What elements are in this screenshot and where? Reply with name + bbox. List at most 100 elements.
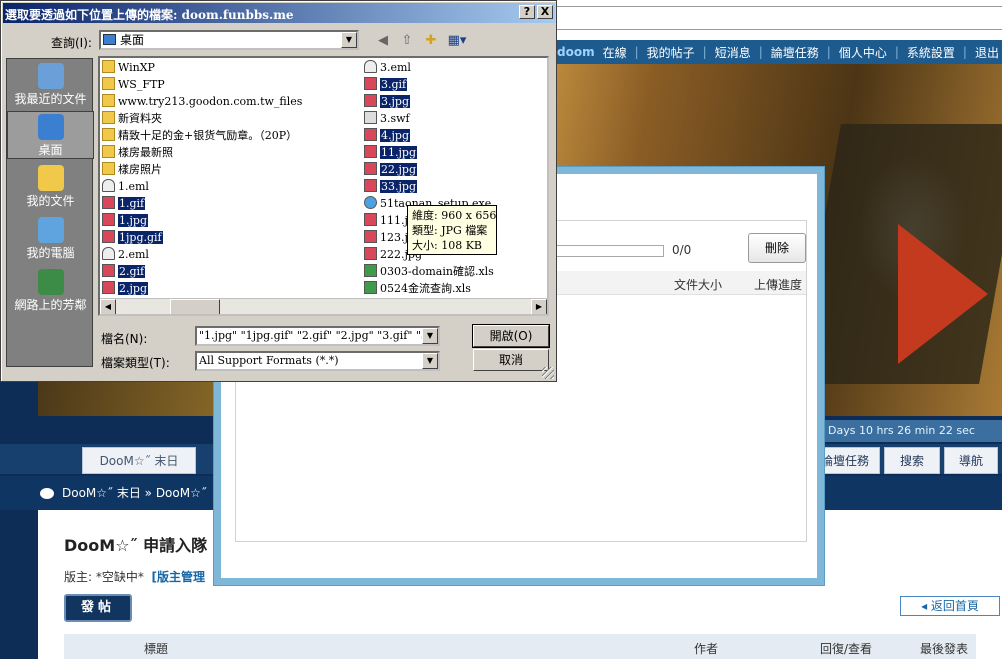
file-item[interactable]: WinXP (102, 59, 155, 76)
file-img-icon (364, 94, 377, 107)
resize-grip[interactable] (542, 367, 554, 379)
file-item[interactable]: 樣房最新照 (102, 144, 173, 161)
file-item[interactable]: 4.jpg (364, 127, 410, 144)
file-item[interactable]: 1.jpg (102, 212, 148, 229)
file-item[interactable]: 樣房照片 (102, 161, 162, 178)
file-img-icon (364, 213, 377, 226)
recent-documents-icon (37, 63, 64, 89)
nav-item-profile[interactable]: 個人中心 (835, 44, 891, 61)
network-globe-icon (37, 269, 64, 295)
folder-icon (102, 162, 115, 175)
nav-username[interactable]: doom (555, 45, 599, 59)
file-name: 11.jpg (380, 146, 417, 159)
place-desktop[interactable]: 桌面 (7, 111, 94, 159)
file-img-icon (364, 179, 377, 192)
file-eml-icon (102, 179, 115, 192)
file-item[interactable]: www.try213.goodon.com.tw_files (102, 93, 302, 110)
file-item[interactable]: 3.eml (364, 59, 411, 76)
file-item[interactable]: 精致十足的金+银货气励章。（20P） (102, 127, 297, 144)
place-my-documents[interactable]: 我的文件 (7, 163, 94, 211)
file-img-icon (102, 213, 115, 226)
breadcrumb-text[interactable]: DooM☆˝ 末日 » DooM☆˝ (62, 486, 207, 500)
file-name: 3.swf (380, 112, 410, 125)
place-my-computer[interactable]: 我的電腦 (7, 215, 94, 263)
tab-navigation[interactable]: 導航 (944, 447, 998, 474)
file-item[interactable]: 3.swf (364, 110, 410, 127)
file-item[interactable]: 1.gif (102, 195, 146, 212)
tab-search[interactable]: 搜索 (884, 447, 940, 474)
up-folder-icon[interactable]: ⇧ (397, 31, 417, 51)
red-arrow-graphic (898, 224, 988, 364)
file-item[interactable]: 新資料夾 (102, 110, 162, 127)
file-item[interactable]: 3.jpg (364, 93, 410, 110)
file-eml-icon (364, 60, 377, 73)
folder-icon (102, 77, 115, 90)
thread-table-header: 標題 作者 回復/查看 最後發表 (64, 634, 976, 659)
folder-icon (102, 128, 115, 141)
place-network[interactable]: 網路上的芳鄰 (7, 267, 94, 315)
open-button[interactable]: 開啟(O) (472, 324, 550, 348)
file-item[interactable]: 2.jpg (102, 280, 148, 297)
new-folder-icon[interactable]: ✚ (421, 31, 441, 51)
file-name: 1jpg.gif (118, 231, 163, 244)
cancel-button[interactable]: 取消 (473, 349, 549, 371)
view-menu-icon[interactable]: ▦▾ (445, 31, 469, 51)
tooltip-type: 類型: JPG 檔案 (412, 224, 488, 237)
file-item[interactable]: 1jpg.gif (102, 229, 163, 246)
filetype-select[interactable]: All Support Formats (*.*) ▼ (195, 351, 440, 371)
file-item[interactable]: 0524金流查詢.xls (364, 280, 471, 297)
scroll-right-icon[interactable]: ▶ (531, 299, 547, 314)
scroll-left-icon[interactable]: ◀ (100, 299, 116, 314)
lookin-select[interactable]: 桌面 ▼ (99, 30, 359, 50)
file-open-dialog: 選取要透過如下位置上傳的檔案: doom.funbbs.me ? X 查詢(I)… (0, 0, 557, 382)
moderator-line: 版主: *空缺中* [版主管理 (64, 568, 205, 585)
delete-button[interactable]: 刪除 (748, 233, 806, 263)
file-item[interactable]: 22.jpg (364, 161, 417, 178)
file-item[interactable]: 33.jpg (364, 178, 417, 195)
chevron-down-icon[interactable]: ▼ (422, 328, 438, 344)
col-author: 作者 (694, 642, 719, 656)
folder-icon (102, 94, 115, 107)
moderator-manage-link[interactable]: [版主管理 (152, 570, 206, 584)
places-bar: 我最近的文件 桌面 我的文件 我的電腦 網路上的芳鄰 (6, 58, 94, 367)
file-item[interactable]: 3.gif (364, 76, 408, 93)
address-bar[interactable] (555, 6, 1002, 30)
scroll-thumb[interactable] (170, 299, 220, 314)
nav-item-settings[interactable]: 系統設置 (903, 44, 959, 61)
file-item[interactable]: 2.eml (102, 246, 149, 263)
back-home-link[interactable]: ◂ 返回首頁 (900, 596, 1000, 616)
file-item[interactable]: 1.eml (102, 178, 149, 195)
file-list[interactable]: WinXP WS_FTP www.try213.goodon.com.tw_file… (98, 56, 549, 316)
file-img-icon (364, 77, 377, 90)
chevron-down-icon[interactable]: ▼ (341, 32, 357, 48)
file-item[interactable]: 2.gif (102, 263, 146, 280)
chevron-down-icon[interactable]: ▼ (422, 353, 438, 369)
nav-item-tasks[interactable]: 論壇任務 (767, 44, 823, 61)
col-title: 標題 (144, 642, 169, 656)
file-name: 1.gif (118, 197, 146, 210)
tab-forum-home[interactable]: DooM☆˝ 末日 (82, 447, 196, 474)
file-name: 0303-domain確認.xls (380, 265, 494, 278)
nav-item-my-posts[interactable]: 我的帖子 (643, 44, 699, 61)
folder-icon (37, 165, 64, 191)
help-button[interactable]: ? (519, 5, 535, 19)
file-item[interactable]: 11.jpg (364, 144, 417, 161)
file-item[interactable]: WS_FTP (102, 76, 165, 93)
new-post-button[interactable]: 發帖 (64, 594, 132, 622)
moderator-text: 版主: *空缺中* (64, 570, 144, 584)
file-exe-icon (364, 196, 377, 209)
file-item[interactable]: 0303-domain確認.xls (364, 263, 494, 280)
close-button[interactable]: X (537, 5, 553, 19)
nav-item-online[interactable]: 在線 (599, 44, 631, 61)
place-recent[interactable]: 我最近的文件 (7, 61, 94, 109)
dialog-titlebar[interactable]: 選取要透過如下位置上傳的檔案: doom.funbbs.me ? X (3, 3, 555, 23)
lookin-value: 桌面 (120, 33, 145, 47)
filename-input[interactable]: "1.jpg" "1jpg.gif" "2.gif" "2.jpg" "3.gi… (195, 326, 440, 346)
nav-item-messages[interactable]: 短消息 (711, 44, 755, 61)
horizontal-scrollbar[interactable]: ◀ ▶ (100, 298, 547, 314)
file-name: 22.jpg (380, 163, 417, 176)
nav-item-logout[interactable]: 退出 (971, 44, 1002, 61)
tooltip-dimensions: 維度: 960 x 656 (412, 209, 497, 222)
back-icon[interactable]: ◀ (373, 31, 393, 51)
speech-bubble-icon (40, 488, 54, 499)
